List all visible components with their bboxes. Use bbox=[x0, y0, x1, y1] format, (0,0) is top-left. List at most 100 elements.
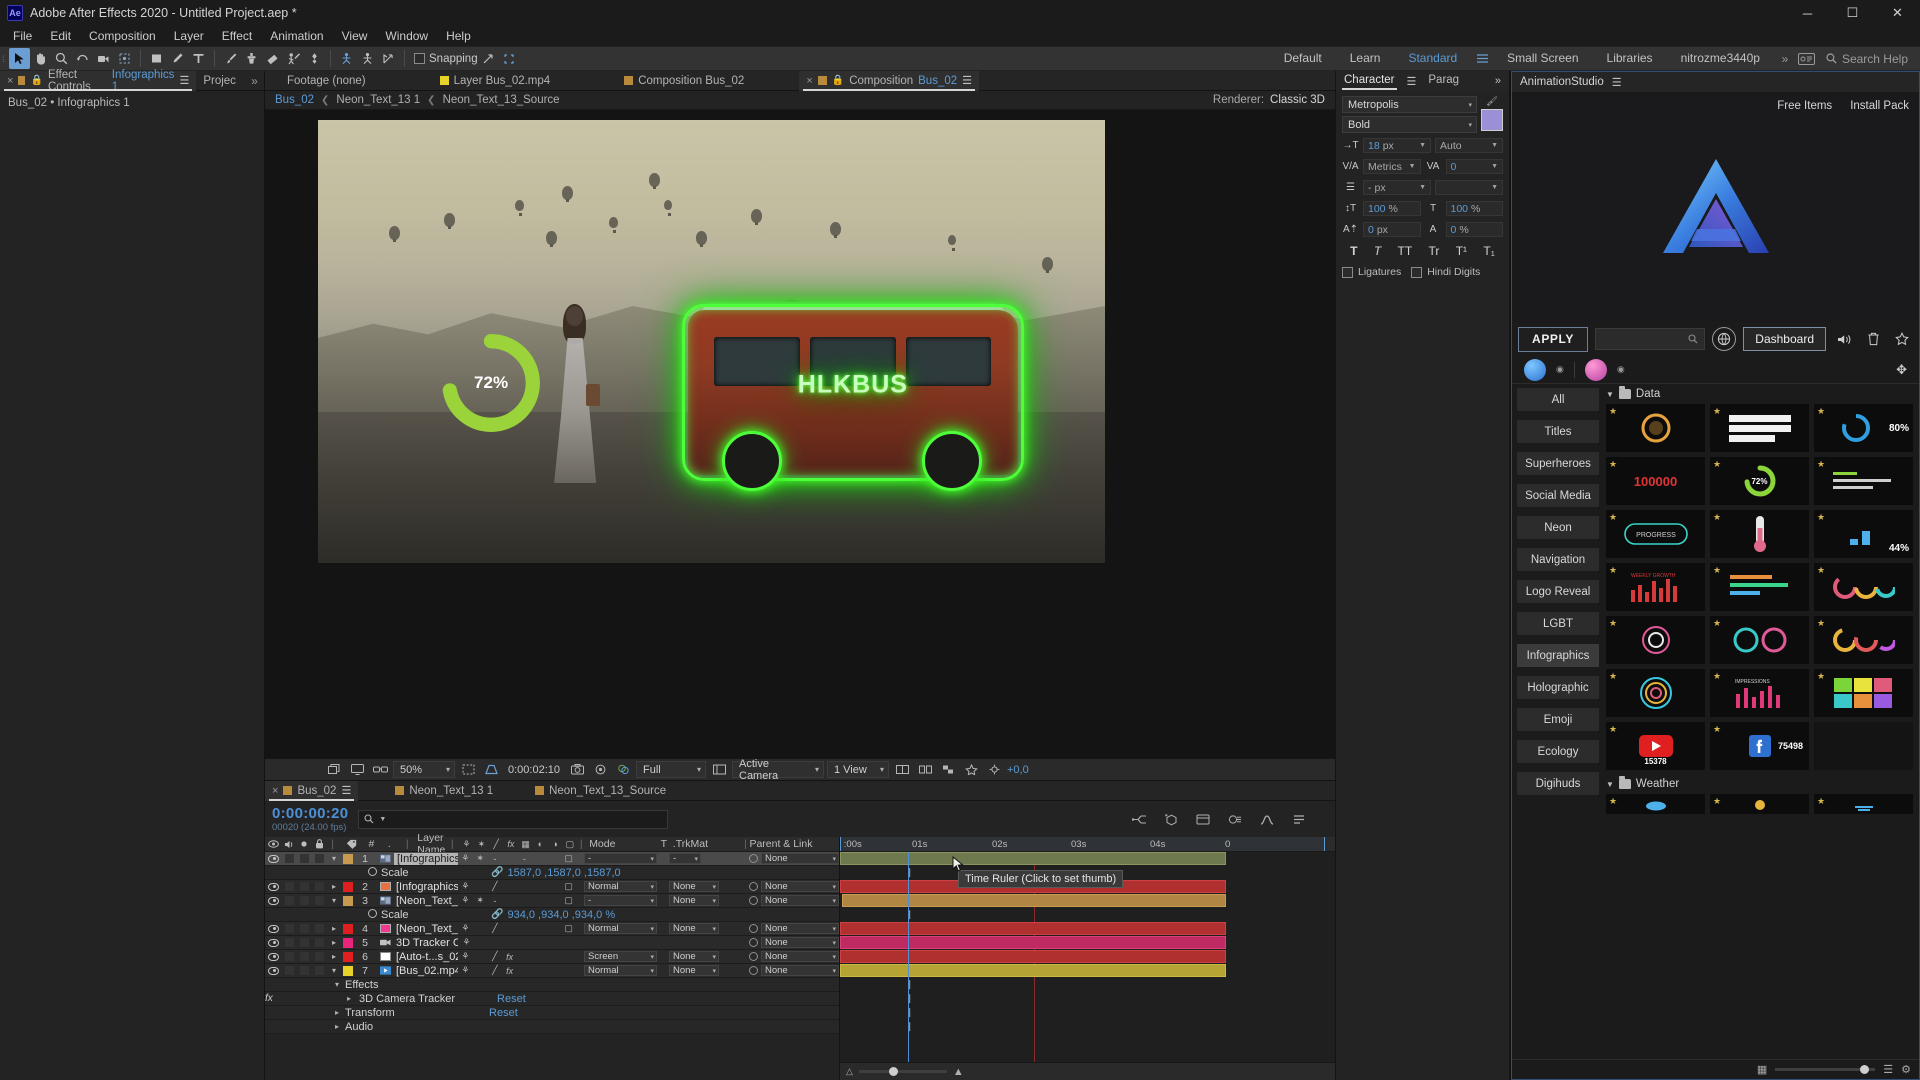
close-button[interactable]: ✕ bbox=[1875, 0, 1920, 26]
tab-layer-bus02[interactable]: Layer Bus_02.mp4 bbox=[433, 71, 558, 91]
thumbnail-size-slider[interactable] bbox=[1775, 1065, 1876, 1074]
transform-reset-button[interactable]: Reset bbox=[489, 1007, 518, 1019]
leading-field[interactable]: Auto ▼ bbox=[1435, 138, 1503, 153]
timeline-zoom-knob[interactable] bbox=[888, 1067, 898, 1076]
italic-button[interactable]: T bbox=[1374, 244, 1381, 258]
category-digihuds[interactable]: Digihuds bbox=[1517, 772, 1599, 795]
menu-view[interactable]: View bbox=[333, 27, 377, 45]
tab-timeline-neon-text-13-1[interactable]: Neon_Text_13 1 bbox=[388, 781, 500, 801]
template-thumbnail[interactable]: ★ bbox=[1710, 794, 1809, 814]
tab-composition-bus02[interactable]: Composition Bus_02 bbox=[617, 71, 751, 91]
menu-animation[interactable]: Animation bbox=[261, 27, 332, 45]
time-ruler[interactable]: :00s 01s 02s 03s 04s 0 bbox=[840, 837, 1335, 852]
channel-icon[interactable] bbox=[613, 761, 633, 779]
layer-trkmat-select[interactable]: - bbox=[669, 853, 741, 864]
hindi-digits-toggle[interactable]: Hindi Digits bbox=[1411, 266, 1480, 278]
template-thumbnail[interactable]: ★ bbox=[1606, 669, 1705, 717]
property-value[interactable]: 1587,0 ,1587,0 ,1587,0 bbox=[507, 867, 620, 879]
tab-character[interactable]: Character bbox=[1342, 74, 1396, 90]
axis-local-icon[interactable] bbox=[336, 48, 357, 69]
template-thumbnail[interactable]: ★ 44% bbox=[1814, 510, 1913, 558]
brush-tool-icon[interactable] bbox=[220, 48, 241, 69]
tab-paragraph[interactable]: Parag bbox=[1428, 74, 1459, 88]
exposure-icon[interactable] bbox=[984, 761, 1004, 779]
layer-name[interactable]: [Bus_02.mp4] bbox=[394, 965, 458, 977]
panel-menu-icon[interactable]: ☰ bbox=[341, 784, 351, 797]
layer-switches[interactable]: ⚘ ╱ ▢ bbox=[458, 923, 576, 934]
layer-parent-select[interactable]: None bbox=[749, 895, 839, 906]
category-all[interactable]: All bbox=[1517, 388, 1599, 411]
track-bar-layer-4[interactable] bbox=[840, 922, 1226, 935]
template-thumbnail[interactable]: ★ IMPRESSIONS bbox=[1710, 669, 1809, 717]
snap-bounds-icon[interactable] bbox=[499, 48, 520, 69]
track-bar-layer-3[interactable] bbox=[842, 894, 1226, 907]
timeline-track-area[interactable]: :00s 01s 02s 03s 04s 0 ❘ ❘ ❘ ❘ ❘ ❘ Time … bbox=[840, 837, 1335, 1080]
timeline-search-input[interactable]: ▼ bbox=[358, 809, 669, 829]
property-group-row[interactable]: ▸ Audio bbox=[265, 1020, 839, 1034]
maximize-button[interactable]: ☐ bbox=[1830, 0, 1875, 26]
layer-trkmat-select[interactable]: None bbox=[669, 951, 741, 962]
workspace-menu-icon[interactable] bbox=[1471, 54, 1493, 63]
pen-tool-icon[interactable] bbox=[167, 48, 188, 69]
snapping-checkbox[interactable] bbox=[414, 53, 425, 64]
grid-view-icon[interactable]: ▦ bbox=[1757, 1063, 1767, 1076]
track-bar-layer-6[interactable] bbox=[840, 950, 1226, 963]
horizontal-scale-field[interactable]: 100 % bbox=[1445, 201, 1503, 216]
exposure-value[interactable]: +0,0 bbox=[1007, 764, 1029, 776]
table-row[interactable]: ▸ 5 3D Tracker Camera ⚘ bbox=[265, 936, 839, 950]
template-thumbnail[interactable] bbox=[1814, 722, 1913, 770]
workspace-standard[interactable]: Standard bbox=[1394, 46, 1471, 71]
category-social-media[interactable]: Social Media bbox=[1517, 484, 1599, 507]
layer-expand-arrow[interactable]: ▸ bbox=[327, 952, 341, 961]
ligatures-checkbox[interactable] bbox=[1342, 266, 1353, 278]
tracking-field[interactable]: 0 ▼ bbox=[1445, 159, 1503, 174]
timeline-link-icon[interactable] bbox=[915, 761, 935, 779]
search-help-box[interactable]: Search Help bbox=[1818, 52, 1916, 66]
menu-file[interactable]: File bbox=[4, 27, 41, 45]
menu-window[interactable]: Window bbox=[376, 27, 437, 45]
layer-visibility-toggle[interactable] bbox=[265, 952, 282, 961]
minimize-button[interactable]: ─ bbox=[1785, 0, 1830, 26]
layer-audio-toggle[interactable] bbox=[282, 854, 297, 863]
link-chain-icon[interactable]: 🔗 bbox=[491, 909, 503, 920]
hide-shy-icon[interactable] bbox=[1288, 809, 1310, 829]
tsume-field[interactable]: 0 % bbox=[1445, 222, 1503, 237]
mask-visibility-icon[interactable] bbox=[709, 761, 729, 779]
layer-trkmat-select[interactable]: None bbox=[669, 965, 741, 976]
puppet-pin-tool-icon[interactable] bbox=[304, 48, 325, 69]
snapshot-icon[interactable] bbox=[567, 761, 587, 779]
menu-help[interactable]: Help bbox=[437, 27, 480, 45]
stopwatch-icon[interactable] bbox=[367, 908, 377, 918]
template-thumbnail[interactable]: ★ bbox=[1606, 616, 1705, 664]
panel-menu-icon[interactable]: ☰ bbox=[1612, 76, 1622, 89]
template-thumbnail[interactable]: ★ 72% bbox=[1710, 457, 1809, 505]
renderer-value[interactable]: Classic 3D bbox=[1270, 94, 1325, 106]
breadcrumb-item-2[interactable]: Neon_Text_13_Source bbox=[443, 94, 560, 106]
layer-switches[interactable]: ⚘ ✶ - - ▢ bbox=[458, 853, 576, 864]
menu-layer[interactable]: Layer bbox=[165, 27, 213, 45]
property-group-row[interactable]: fx ▸ 3D Camera Tracker Reset bbox=[265, 992, 839, 1006]
layer-expand-arrow[interactable]: ▸ bbox=[327, 938, 341, 947]
font-style-select[interactable]: Bold bbox=[1342, 116, 1477, 133]
layer-parent-select[interactable]: None bbox=[749, 965, 839, 976]
text-color-swatches[interactable]: 🖌 bbox=[1481, 96, 1503, 131]
layer-label-color[interactable] bbox=[341, 895, 354, 906]
layer-solo-toggle[interactable] bbox=[297, 854, 312, 863]
snap-arrow-icon[interactable] bbox=[478, 48, 499, 69]
category-neon[interactable]: Neon bbox=[1517, 516, 1599, 539]
screen-share-icon[interactable] bbox=[1796, 52, 1818, 65]
layer-visibility-toggle[interactable] bbox=[265, 896, 282, 905]
chevron-right-icon[interactable]: ▸ bbox=[335, 1008, 339, 1017]
rotation-tool-icon[interactable] bbox=[72, 48, 93, 69]
category-superheroes[interactable]: Superheroes bbox=[1517, 452, 1599, 475]
layer-visibility-toggle[interactable] bbox=[265, 924, 282, 933]
zoom-level-select[interactable]: 50% bbox=[393, 761, 455, 778]
layer-parent-select[interactable]: None bbox=[749, 853, 839, 864]
template-thumbnail[interactable]: ★ 100000 bbox=[1606, 457, 1705, 505]
current-time-block[interactable]: 0:00:00:20 00020 (24.00 fps) bbox=[272, 805, 348, 833]
tab-footage[interactable]: Footage (none) bbox=[265, 71, 373, 91]
property-group-row[interactable]: ▾ Effects bbox=[265, 978, 839, 992]
layer-mode-select[interactable]: Screen bbox=[584, 951, 657, 962]
all-caps-button[interactable]: TT bbox=[1398, 244, 1413, 258]
playhead[interactable] bbox=[908, 852, 909, 1062]
